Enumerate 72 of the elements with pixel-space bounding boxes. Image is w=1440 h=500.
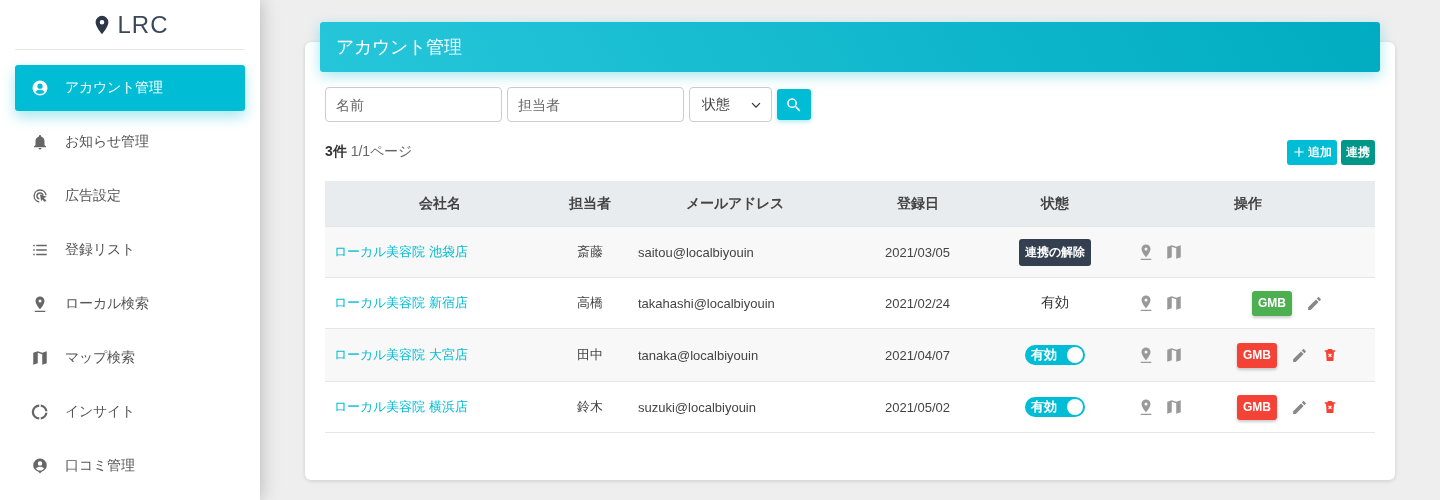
search-button[interactable] [777, 89, 811, 120]
user-pin-icon [31, 457, 49, 475]
edit-button[interactable] [1291, 346, 1308, 364]
status-select[interactable]: 状態 [689, 87, 772, 122]
status-toggle[interactable]: 有効 [1025, 397, 1085, 417]
edit-button[interactable] [1291, 398, 1308, 416]
table-cell-text: 高橋 [576, 294, 604, 312]
map-icon [1165, 398, 1183, 416]
company-link[interactable]: ローカル美容院 横浜店 [325, 398, 555, 416]
gmb-button[interactable]: GMB [1252, 290, 1292, 316]
table-cell-text: tanaka@localbiyouin [637, 347, 760, 363]
person-field[interactable]: 担当者 [507, 87, 684, 122]
map-icon [1165, 346, 1183, 364]
sidebar-item[interactable]: お知らせ管理 [15, 119, 245, 165]
pencil-icon [1291, 346, 1308, 364]
gmb-button[interactable]: GMB [1237, 342, 1277, 368]
map-button[interactable] [1165, 398, 1183, 416]
account-icon [31, 79, 49, 97]
search-icon [785, 95, 803, 114]
table-cell-text: 2021/04/07 [883, 347, 952, 363]
delete-button[interactable] [1322, 347, 1338, 363]
table-cell-text: 2021/02/24 [883, 295, 952, 311]
company-link[interactable]: ローカル美容院 池袋店 [325, 243, 555, 261]
donut-chart-icon [31, 403, 49, 421]
gmb-button[interactable]: GMB [1237, 394, 1277, 420]
map-button[interactable] [1165, 294, 1183, 312]
sidebar-item[interactable]: 口コミ管理 [15, 443, 245, 489]
map-button[interactable] [1165, 346, 1183, 364]
bell-icon [31, 133, 49, 151]
table-cell-text: 2021/03/05 [883, 244, 952, 260]
cursor-target-icon [31, 187, 49, 205]
pencil-icon [1306, 294, 1323, 312]
sidebar-item[interactable]: インサイト [15, 389, 245, 435]
table-cell-text: suzuki@localbiyouin [637, 399, 757, 415]
table-cell-text: 2021/05/02 [883, 399, 952, 415]
column-header: 操作 [1232, 194, 1263, 213]
column-header: 会社名 [418, 194, 462, 213]
table-cell-text: takahashi@localbiyouin [637, 295, 776, 311]
link-button[interactable]: 連携 [1341, 139, 1375, 165]
company-link[interactable]: ローカル美容院 大宮店 [325, 346, 555, 364]
map-icon [31, 349, 49, 367]
column-header: 担当者 [568, 194, 612, 213]
table-cell-text: 斎藤 [576, 243, 604, 261]
column-header: 状態 [1039, 194, 1070, 213]
sidebar-item[interactable]: 広告設定 [15, 173, 245, 219]
unlink-button[interactable]: 連携の解除 [1019, 238, 1091, 266]
sidebar-item[interactable]: アカウント管理 [15, 65, 245, 111]
page-header: アカウント管理 [320, 22, 1380, 72]
column-header: 登録日 [895, 194, 940, 213]
trash-icon [1322, 347, 1338, 363]
edit-button[interactable] [1306, 294, 1323, 312]
logo-text: LRC [117, 10, 169, 39]
delete-button[interactable] [1322, 399, 1338, 415]
status-text: 有効 [1041, 294, 1069, 312]
add-button[interactable]: 追加 [1287, 139, 1337, 165]
plus-icon [1292, 145, 1306, 159]
table-cell-text: 田中 [576, 346, 604, 364]
status-toggle[interactable]: 有効 [1025, 345, 1085, 365]
trash-icon [1322, 399, 1338, 415]
sidebar-item[interactable]: 登録リスト [15, 227, 245, 273]
table-cell-text: saitou@localbiyouin [637, 244, 755, 260]
table-cell-text: 鈴木 [576, 398, 604, 416]
map-icon [1165, 294, 1183, 312]
sidebar-item[interactable]: マップ検索 [15, 335, 245, 381]
name-field[interactable]: 名前 [325, 87, 502, 122]
map-button[interactable] [1165, 243, 1183, 261]
map-icon [1165, 243, 1183, 261]
company-link[interactable]: ローカル美容院 新宿店 [325, 294, 555, 312]
result-summary: 3件 1/1ページ [325, 143, 413, 161]
column-header: メールアドレス [685, 194, 785, 213]
pencil-icon [1291, 398, 1308, 416]
sidebar-item[interactable]: ローカル検索 [15, 281, 245, 327]
